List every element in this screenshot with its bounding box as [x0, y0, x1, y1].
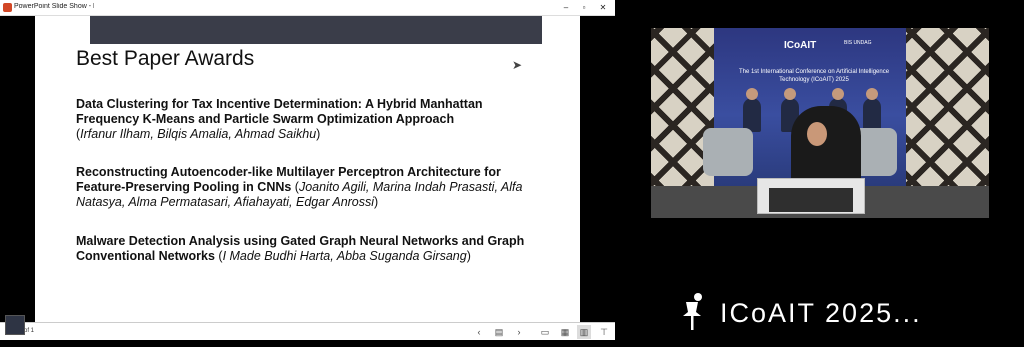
powerpoint-icon — [3, 3, 12, 12]
window-title: PowerPoint Slide Show - Pres — [14, 3, 94, 10]
speaker-camera-feed: ICoAIT BIS UNDAG The 1st International C… — [651, 28, 989, 218]
minimize-button[interactable]: – — [560, 2, 572, 14]
speaker — [791, 106, 861, 186]
powerpoint-window: PowerPoint Slide Show - Pres – ▫ ✕ Best … — [0, 0, 615, 340]
podium-panel — [769, 188, 853, 212]
pin-icon — [683, 293, 702, 330]
slide-canvas[interactable]: Best Paper Awards Data Clustering for Ta… — [35, 16, 580, 322]
banner-text: The 1st International Conference on Arti… — [738, 69, 890, 83]
meeting-name-label: ICoAIT 2025... — [680, 292, 922, 334]
slide-header-bar — [90, 16, 542, 44]
mouse-pointer-icon: ➤ — [512, 58, 523, 72]
prev-slide-icon[interactable]: ‹ — [472, 325, 486, 339]
close-button[interactable]: ✕ — [597, 2, 609, 14]
restore-button[interactable]: ▫ — [578, 2, 590, 14]
slide-sorter-icon[interactable]: ▦ — [558, 325, 572, 339]
presenter-thumbnail — [5, 315, 25, 335]
paper-authors: Irfanur Ilham, Bilqis Amalia, Ahmad Saik… — [80, 127, 317, 141]
slide-title: Best Paper Awards — [76, 47, 255, 70]
paper-entry: Data Clustering for Tax Incentive Determ… — [76, 97, 483, 141]
banner-person-photo — [743, 88, 761, 132]
meeting-name: ICoAIT 2025... — [720, 297, 922, 328]
notes-icon[interactable]: ▤ — [492, 325, 506, 339]
normal-view-icon[interactable]: ▭ — [538, 325, 552, 339]
speaker-face — [807, 122, 827, 146]
slideshow-status-bar: of 1 ‹ ▤ › ▭ ▦ ▥ ⊤ — [0, 322, 615, 340]
stage-chair — [703, 128, 753, 176]
sponsor-logos: BIS UNDAG — [844, 40, 872, 46]
paper-entry: Malware Detection Analysis using Gated G… — [76, 234, 525, 263]
paper-title: Data Clustering for Tax Incentive Determ… — [76, 97, 483, 126]
window-title-bar: PowerPoint Slide Show - Pres – ▫ ✕ — [0, 0, 615, 16]
banner-person-photo — [863, 88, 881, 132]
paper-authors: I Made Budhi Harta, Abba Suganda Girsang — [222, 249, 467, 263]
presenter-view-icon[interactable]: ⊤ — [597, 325, 611, 339]
next-slide-icon[interactable]: › — [512, 325, 526, 339]
slide-counter: of 1 — [24, 328, 35, 334]
reading-view-icon[interactable]: ▥ — [577, 325, 591, 339]
conference-logo: ICoAIT — [784, 40, 817, 51]
paper-entry: Reconstructing Autoencoder-like Multilay… — [76, 165, 523, 209]
